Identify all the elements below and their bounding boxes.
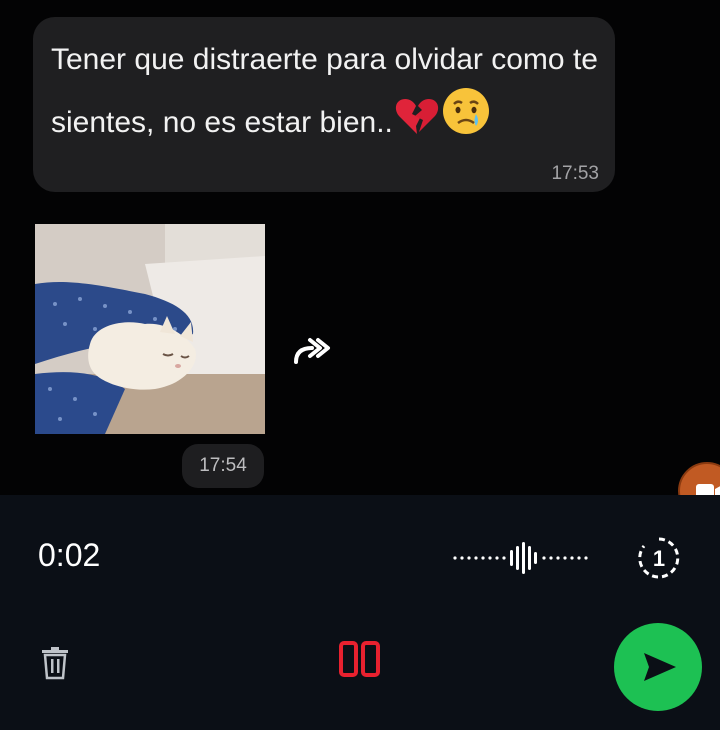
sad-face-icon — [441, 86, 491, 153]
send-button[interactable] — [614, 623, 702, 711]
forward-button[interactable] — [288, 330, 336, 370]
pause-button[interactable] — [338, 641, 382, 687]
broken-heart-icon — [393, 96, 441, 153]
kitten-photo — [35, 224, 265, 434]
trash-icon — [42, 647, 68, 680]
image-time-badge: 17:54 — [182, 444, 264, 488]
forward-icon — [294, 338, 330, 364]
view-once-count: 1 — [653, 546, 665, 571]
message-text-content: Tener que distraerte para olvidar como t… — [51, 43, 598, 139]
voice-recorder-bar: 0:02 1 — [0, 495, 720, 730]
message-bubble[interactable]: Tener que distraerte para olvidar como t… — [33, 17, 615, 192]
image-message[interactable] — [35, 224, 265, 434]
message-time: 17:53 — [551, 163, 599, 184]
view-once-icon: 1 — [638, 537, 680, 579]
message-text: Tener que distraerte para olvidar como t… — [51, 33, 599, 153]
recording-timer: 0:02 — [38, 537, 101, 573]
pause-icon — [339, 641, 380, 677]
send-icon — [644, 653, 676, 681]
chat-area: Tener que distraerte para olvidar como t… — [0, 0, 720, 520]
waveform-icon — [453, 542, 588, 574]
delete-recording-button[interactable] — [40, 646, 70, 680]
view-once-button[interactable]: 1 — [636, 535, 682, 581]
